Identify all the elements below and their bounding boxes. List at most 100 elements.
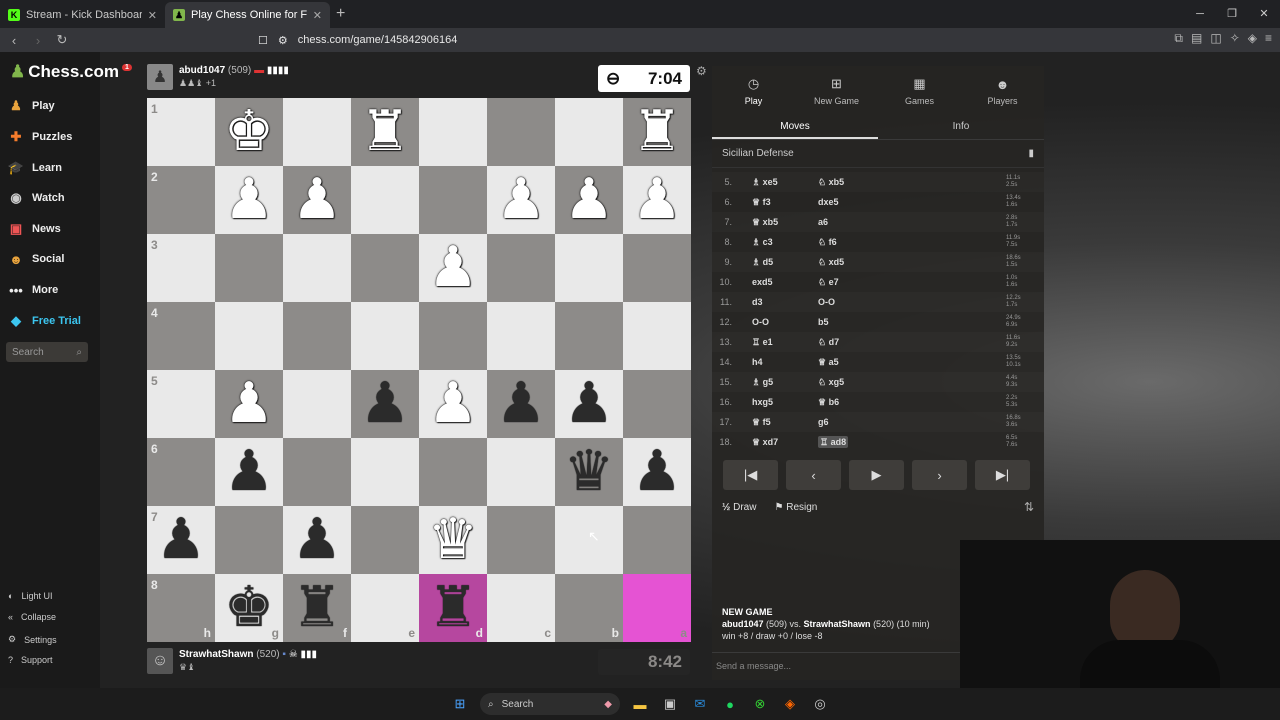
board-square[interactable]: ♛ bbox=[419, 506, 487, 574]
white-rook-icon[interactable]: ♜ bbox=[360, 104, 410, 160]
board-square[interactable]: ♟ bbox=[283, 166, 351, 234]
board-square[interactable]: f ♜ bbox=[283, 574, 351, 642]
address-bar[interactable]: ☐ ⚙ chess.com/game/145842906164 bbox=[258, 30, 998, 50]
board-square[interactable]: 4 bbox=[147, 302, 215, 370]
board-square[interactable] bbox=[351, 302, 419, 370]
board-square[interactable] bbox=[283, 98, 351, 166]
outlook-icon[interactable]: ✉ bbox=[690, 694, 710, 714]
white-pawn-icon[interactable]: ♟ bbox=[224, 172, 274, 228]
taskbar-search[interactable]: ⌕ Search ◆ bbox=[480, 693, 620, 715]
black-move[interactable]: ♘ d7 bbox=[818, 337, 884, 348]
black-move[interactable]: ♘ e7 bbox=[818, 277, 884, 288]
board-square[interactable]: ♟ bbox=[283, 506, 351, 574]
windows-start-icon[interactable]: ⊞ bbox=[450, 694, 470, 714]
black-king-icon[interactable]: ♚ bbox=[224, 580, 274, 636]
close-tab-icon[interactable]: ✕ bbox=[313, 9, 322, 22]
avatar[interactable]: ☺ bbox=[147, 648, 173, 674]
white-move[interactable]: ♗ d5 bbox=[752, 257, 818, 268]
black-queen-icon[interactable]: ♛ bbox=[564, 444, 614, 500]
tab-moves[interactable]: Moves bbox=[712, 116, 878, 139]
sidebar-item-social[interactable]: ☻ Social bbox=[8, 251, 64, 267]
opening-name[interactable]: Sicilian Defense bbox=[722, 148, 794, 159]
black-pawn-icon[interactable]: ♟ bbox=[632, 444, 682, 500]
file-explorer-icon[interactable]: ▬ bbox=[630, 694, 650, 714]
board-square[interactable]: c bbox=[487, 574, 555, 642]
board-square[interactable] bbox=[351, 234, 419, 302]
board-square[interactable] bbox=[419, 98, 487, 166]
chess-board[interactable]: 1 ♚ ♜ ♜ 2 ♟ ♟ ♟ ♟ ♟ 3 ♟ 4 5 ♟ ♟ ♟ ♟ ♟ 6 ♟ ♛ ♟ 7 ♟ ♟ ♛ 8 h g ♚ f ♜ e d ♜ c b a bbox=[147, 98, 691, 642]
board-square[interactable] bbox=[283, 438, 351, 506]
white-pawn-icon[interactable]: ♟ bbox=[564, 172, 614, 228]
brave-icon[interactable]: ◈ bbox=[780, 694, 800, 714]
board-square[interactable]: 3 bbox=[147, 234, 215, 302]
sidebar-item-play[interactable]: ♟ Play bbox=[8, 98, 54, 114]
tab-play[interactable]: ◷ Play bbox=[712, 66, 795, 116]
board-square[interactable] bbox=[215, 302, 283, 370]
board-square[interactable] bbox=[283, 370, 351, 438]
board-square[interactable] bbox=[351, 438, 419, 506]
board-square[interactable]: ♟ bbox=[623, 166, 691, 234]
black-move[interactable]: a6 bbox=[818, 217, 884, 227]
white-move[interactable]: hxg5 bbox=[752, 397, 818, 407]
black-move[interactable]: ♕ b6 bbox=[818, 397, 884, 408]
black-rook-icon[interactable]: ♜ bbox=[428, 580, 478, 636]
white-move[interactable]: ♗ g5 bbox=[752, 377, 818, 388]
white-pawn-icon[interactable]: ♟ bbox=[292, 172, 342, 228]
board-square[interactable] bbox=[623, 370, 691, 438]
board-square[interactable] bbox=[623, 506, 691, 574]
board-square[interactable]: ♟ bbox=[555, 166, 623, 234]
sidebar-icon[interactable]: ▤ bbox=[1191, 31, 1202, 46]
board-square[interactable]: ♚ bbox=[215, 98, 283, 166]
white-pawn-icon[interactable]: ♟ bbox=[428, 240, 478, 296]
sidebar-support[interactable]: ? Support bbox=[8, 655, 53, 665]
board-square[interactable]: 8h bbox=[147, 574, 215, 642]
player-name[interactable]: StrawhatShawn bbox=[179, 649, 253, 660]
wallet-icon[interactable]: ◫ bbox=[1210, 31, 1221, 46]
board-square[interactable]: g ♚ bbox=[215, 574, 283, 642]
white-move[interactable]: O-O bbox=[752, 317, 818, 327]
board-square[interactable]: e bbox=[351, 574, 419, 642]
sidebar-light-ui[interactable]: ◐ Light UI bbox=[8, 591, 52, 601]
book-icon[interactable]: ▮ bbox=[1028, 148, 1034, 159]
board-square[interactable] bbox=[487, 234, 555, 302]
board-square[interactable] bbox=[487, 438, 555, 506]
new-tab-button[interactable]: + bbox=[336, 5, 345, 23]
extensions-icon[interactable]: ⧉ bbox=[1174, 31, 1183, 46]
board-square[interactable] bbox=[419, 302, 487, 370]
close-window-button[interactable]: ✕ bbox=[1248, 0, 1280, 28]
black-pawn-icon[interactable]: ♟ bbox=[292, 512, 342, 568]
white-pawn-icon[interactable]: ♟ bbox=[224, 376, 274, 432]
board-square[interactable]: d ♜ bbox=[419, 574, 487, 642]
board-square[interactable]: ♟ bbox=[215, 166, 283, 234]
board-settings-icon[interactable]: ⚙ bbox=[696, 64, 707, 78]
sidebar-settings[interactable]: ⚙ Settings bbox=[8, 634, 57, 645]
restore-button[interactable]: ❐ bbox=[1216, 0, 1248, 28]
board-square[interactable] bbox=[623, 302, 691, 370]
black-pawn-icon[interactable]: ♟ bbox=[564, 376, 614, 432]
white-move[interactable]: ♕ f5 bbox=[752, 417, 818, 428]
board-square[interactable]: ♟ bbox=[351, 370, 419, 438]
board-square[interactable]: ♟ bbox=[487, 166, 555, 234]
board-square[interactable]: ♟ bbox=[215, 438, 283, 506]
close-tab-icon[interactable]: ✕ bbox=[148, 9, 157, 22]
white-king-icon[interactable]: ♚ bbox=[224, 104, 274, 160]
white-move[interactable]: d3 bbox=[752, 297, 818, 307]
board-square[interactable]: ♟ bbox=[555, 370, 623, 438]
board-square[interactable]: 2 bbox=[147, 166, 215, 234]
white-player-link[interactable]: abud1047 bbox=[722, 619, 764, 629]
chess-logo[interactable]: ♟ Chess.com 1 bbox=[10, 62, 132, 82]
white-queen-icon[interactable]: ♛ bbox=[428, 512, 478, 568]
forward-icon[interactable]: › bbox=[28, 33, 48, 48]
black-move[interactable]: O-O bbox=[818, 297, 884, 307]
black-rook-icon[interactable]: ♜ bbox=[292, 580, 342, 636]
first-move-button[interactable]: |◀ bbox=[723, 460, 778, 490]
white-move[interactable]: h4 bbox=[752, 357, 818, 367]
minimize-button[interactable]: ─ bbox=[1184, 0, 1216, 28]
board-square[interactable] bbox=[623, 234, 691, 302]
white-pawn-icon[interactable]: ♟ bbox=[496, 172, 546, 228]
next-move-button[interactable]: › bbox=[912, 460, 967, 490]
black-player-link[interactable]: StrawhatShawn bbox=[804, 619, 871, 629]
shield-icon[interactable]: ◈ bbox=[1248, 31, 1257, 46]
menu-icon[interactable]: ≡ bbox=[1265, 31, 1272, 46]
sidebar-item-free-trial[interactable]: ◆ Free Trial bbox=[8, 313, 81, 329]
